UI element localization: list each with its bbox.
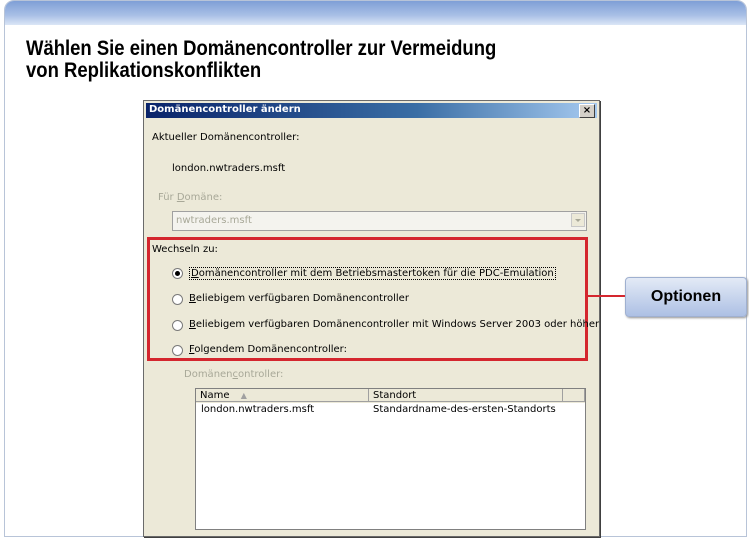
slide-title: Wählen Sie einen Domänencontroller zur V… bbox=[26, 37, 497, 82]
switch-to-label: Wechseln zu: bbox=[152, 244, 218, 255]
dialog-title: Domänencontroller ändern bbox=[149, 104, 301, 115]
column-header-site[interactable]: Standort bbox=[369, 389, 563, 402]
column-header-name[interactable]: Name ▲ bbox=[196, 389, 369, 402]
radio-button[interactable] bbox=[172, 345, 183, 356]
domain-controller-list[interactable]: Name ▲ Standort london.nwtraders.msft St… bbox=[195, 388, 586, 530]
column-header-filler bbox=[563, 389, 585, 402]
radio-label: Beliebigem verfügbaren Domänencontroller… bbox=[189, 319, 600, 330]
slide-header-bar bbox=[5, 1, 746, 25]
radio-label: Domänencontroller mit dem Betriebsmaster… bbox=[189, 267, 556, 280]
current-dc-label: Aktueller Domänencontroller: bbox=[152, 132, 300, 143]
callout-connector-line bbox=[587, 295, 627, 297]
radio-button[interactable] bbox=[172, 294, 183, 305]
domain-combobox-value: nwtraders.msft bbox=[176, 215, 252, 226]
cell-name: london.nwtraders.msft bbox=[201, 404, 315, 415]
column-header-name-label: Name bbox=[200, 390, 230, 401]
column-header-site-label: Standort bbox=[373, 390, 417, 401]
list-header: Name ▲ Standort bbox=[196, 389, 585, 403]
chevron-down-icon[interactable] bbox=[571, 213, 585, 227]
change-domain-controller-dialog: Domänencontroller ändern × Aktueller Dom… bbox=[143, 100, 600, 537]
radio-button[interactable] bbox=[172, 268, 183, 279]
options-callout: Optionen bbox=[625, 277, 747, 317]
domain-combobox[interactable]: nwtraders.msft bbox=[172, 211, 587, 231]
radio-button[interactable] bbox=[172, 320, 183, 331]
sort-ascending-icon: ▲ bbox=[240, 391, 247, 400]
dc-list-label: Domänencontroller: bbox=[184, 369, 284, 380]
current-dc-value: london.nwtraders.msft bbox=[172, 163, 286, 174]
domain-label: Für Domäne: bbox=[158, 192, 223, 203]
callout-label: Optionen bbox=[650, 288, 722, 305]
close-button[interactable]: × bbox=[579, 104, 595, 118]
dialog-titlebar[interactable]: Domänencontroller ändern × bbox=[146, 103, 597, 118]
cell-site: Standardname-des-ersten-Standorts bbox=[373, 404, 556, 415]
radio-label: Folgendem Domänencontroller: bbox=[189, 344, 347, 355]
radio-label: Beliebigem verfügbaren Domänencontroller bbox=[189, 293, 409, 304]
